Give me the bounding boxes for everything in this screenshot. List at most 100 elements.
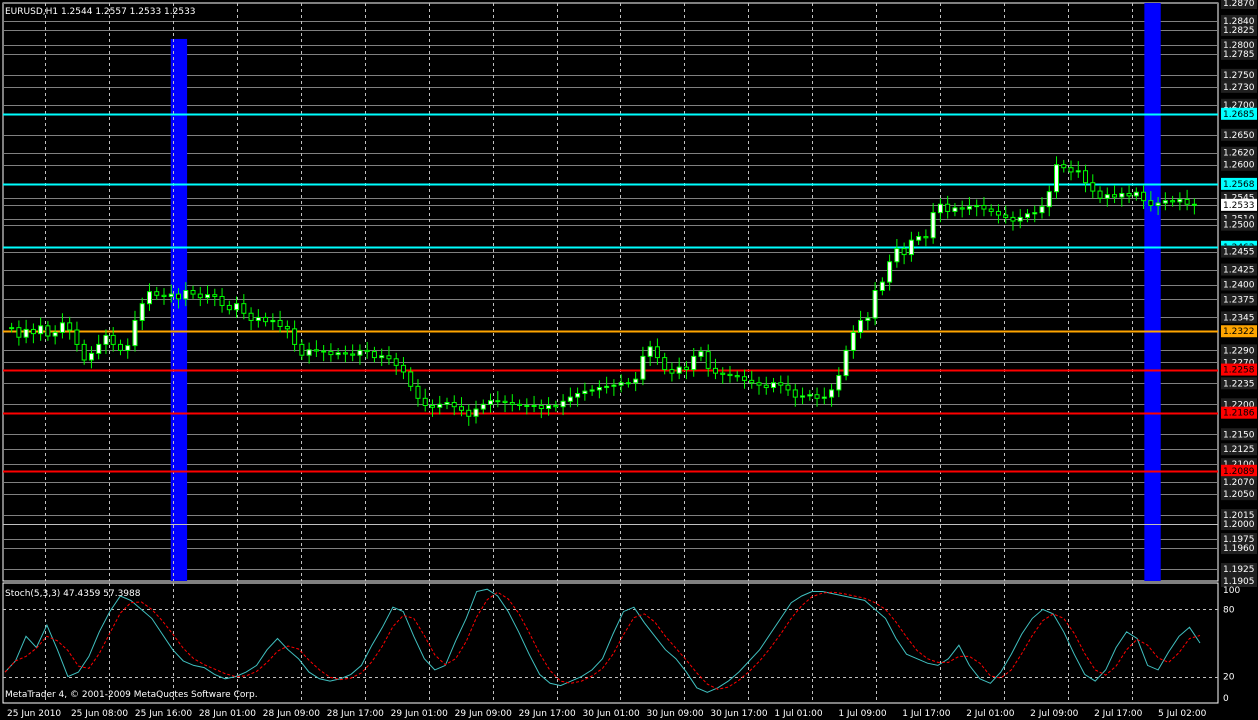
candle-body-bull xyxy=(480,403,486,410)
candle-body-bear xyxy=(422,397,428,407)
candle xyxy=(865,312,871,331)
candle xyxy=(829,383,835,407)
stochastic-panel xyxy=(2,582,1219,704)
candle-body-bear xyxy=(553,405,559,408)
stochastic-tick-label: 0 xyxy=(1223,694,1229,704)
candle xyxy=(945,195,951,219)
price-tick-label: 1.2322 xyxy=(1223,327,1255,337)
candle-body-bull xyxy=(1075,170,1081,173)
price-tick-label: 1.2533 xyxy=(1223,201,1255,211)
candle-body-bull xyxy=(930,212,936,239)
copyright-text: MetaTrader 4, © 2001-2009 MetaQuotes Sof… xyxy=(5,690,258,700)
candle xyxy=(313,340,319,357)
chart-canvas[interactable]: 1.28701.28401.28251.28001.27851.27501.27… xyxy=(0,0,1258,720)
candle-body-bull xyxy=(937,203,943,214)
candle xyxy=(248,307,254,331)
candle xyxy=(611,379,617,396)
candle xyxy=(836,367,842,398)
candle-body-bear xyxy=(959,207,965,210)
candle xyxy=(125,338,131,359)
time-tick-label: 2 Jul 09:00 xyxy=(1030,709,1079,719)
time-tick-label: 28 Jun 01:00 xyxy=(199,709,256,719)
candle-body-bear xyxy=(67,322,73,331)
candle xyxy=(749,370,755,389)
candle-body-bull xyxy=(1177,198,1183,203)
candle-body-bull xyxy=(1046,191,1052,208)
candle-body-bull xyxy=(234,303,240,311)
candle-body-bear xyxy=(495,400,501,403)
candle xyxy=(379,348,385,366)
candle xyxy=(480,399,486,414)
candle-body-bear xyxy=(429,405,435,408)
candle xyxy=(1083,164,1089,193)
stochastic-tick-label: 20 xyxy=(1223,673,1235,683)
candle-body-bear xyxy=(1010,216,1016,222)
candle xyxy=(691,348,697,377)
candle-body-bear xyxy=(1083,170,1089,184)
candle-body-bear xyxy=(1141,191,1147,202)
candle xyxy=(146,283,152,311)
candle-body-bull xyxy=(966,206,972,210)
candle xyxy=(901,242,907,265)
candle xyxy=(263,312,269,327)
time-tick-label: 2 Jul 17:00 xyxy=(1094,709,1143,719)
price-tick-label: 1.2258 xyxy=(1223,366,1255,376)
candle-body-bear xyxy=(683,366,689,371)
candle-body-bull xyxy=(771,382,777,389)
candle-body-bull xyxy=(647,346,653,357)
candle-body-bear xyxy=(1003,214,1009,218)
candle xyxy=(625,377,631,388)
candle-body-bull xyxy=(357,349,363,356)
candle-body-bear xyxy=(451,402,457,408)
symbol-header: EURUSD,H1 1.2544 1.2557 1.2533 1.2533 xyxy=(5,7,196,17)
candle-body-bull xyxy=(531,405,537,408)
candle xyxy=(1104,187,1110,207)
candle-body-bear xyxy=(400,364,406,373)
candle-body-bull xyxy=(88,352,94,361)
candle-body-bull xyxy=(974,204,980,208)
candle xyxy=(633,371,639,392)
candle xyxy=(52,325,58,345)
candle xyxy=(205,285,211,304)
price-tick-label: 1.2050 xyxy=(1223,490,1255,500)
candle xyxy=(139,297,145,331)
candle xyxy=(995,204,1001,224)
candle xyxy=(756,376,762,395)
candle xyxy=(197,286,203,307)
candle xyxy=(785,375,791,396)
time-tick-label: 29 Jun 17:00 xyxy=(519,709,576,719)
price-tick-label: 1.2000 xyxy=(1223,520,1255,530)
candle-body-bull xyxy=(23,328,29,338)
candle-body-bear xyxy=(321,350,327,353)
candle-body-bull xyxy=(879,281,885,292)
price-tick-label: 1.2650 xyxy=(1223,131,1255,141)
candle xyxy=(858,310,864,339)
candle xyxy=(371,346,377,363)
price-tick-label: 1.2620 xyxy=(1223,149,1255,159)
candle-body-bull xyxy=(676,366,682,374)
candle xyxy=(582,382,588,401)
candle xyxy=(509,394,515,412)
candle-body-bull xyxy=(146,291,152,305)
candle-body-bear xyxy=(248,312,254,321)
candle xyxy=(771,377,777,393)
candle-body-bull xyxy=(205,294,211,299)
time-tick-label: 28 Jun 17:00 xyxy=(327,709,384,719)
candle xyxy=(23,319,29,344)
candle xyxy=(792,383,798,407)
candle-body-bull xyxy=(567,396,573,402)
candle-body-bull xyxy=(916,236,922,241)
candle-body-bear xyxy=(517,403,523,407)
candle-body-bear xyxy=(371,351,377,359)
candle-body-bear xyxy=(197,293,203,299)
candle-body-bear xyxy=(292,328,298,345)
candle xyxy=(502,395,508,413)
candle-body-bear xyxy=(16,327,22,338)
candle xyxy=(96,334,102,360)
candle-body-bear xyxy=(226,304,232,311)
candle xyxy=(850,325,856,359)
candle-body-bull xyxy=(125,345,131,351)
candle-body-bull xyxy=(1104,194,1110,199)
time-tick-label: 25 Jun 08:00 xyxy=(71,709,128,719)
candle-body-bear xyxy=(662,357,668,371)
